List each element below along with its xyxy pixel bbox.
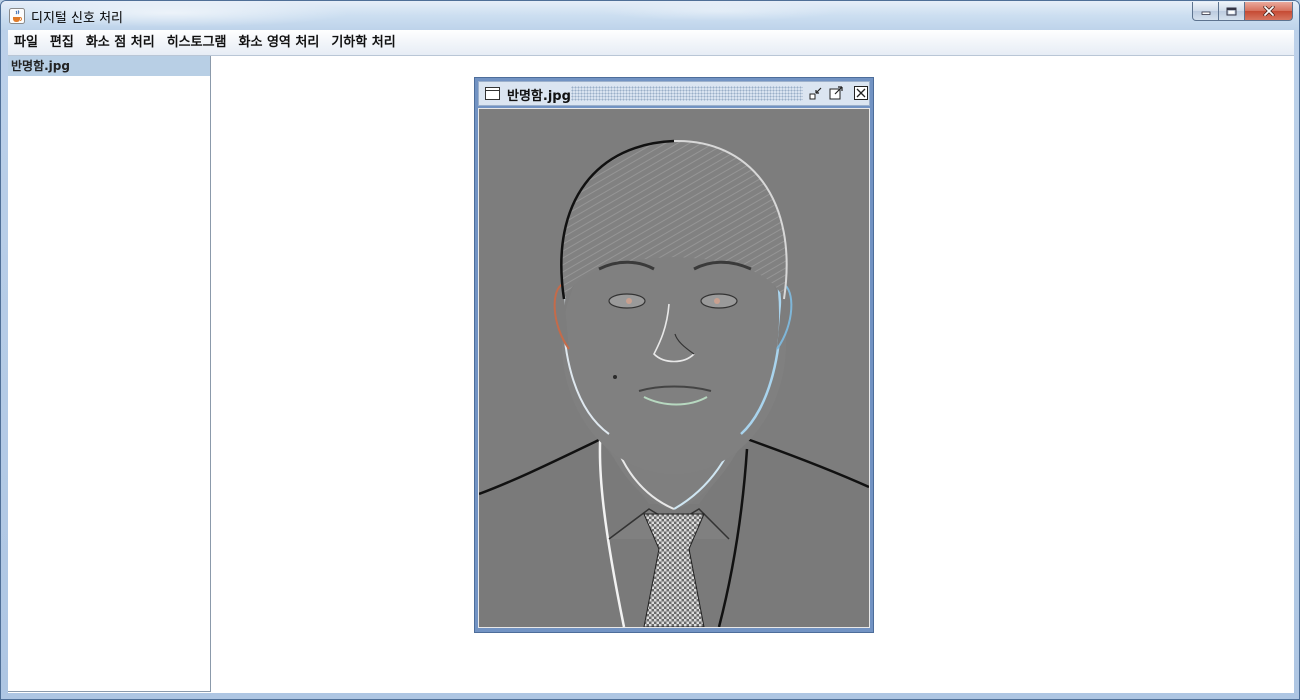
close-button[interactable] (1245, 2, 1293, 21)
menu-edit[interactable]: 편집 (44, 30, 80, 55)
minimize-button[interactable] (1192, 2, 1219, 21)
title-bar[interactable]: 디지털 신호 처리 (1, 1, 1299, 30)
app-window: 디지털 신호 처리 파일 편집 화소 점 처리 히스토그램 화소 영역 처리 기… (0, 0, 1300, 700)
menu-file[interactable]: 파일 (8, 30, 44, 55)
iconify-icon[interactable] (808, 85, 824, 101)
main-content: 반명함.jpg 반명함.jpg (8, 56, 1294, 693)
image-internal-frame[interactable]: 반명함.jpg (474, 77, 874, 633)
menu-pixel-area-processing[interactable]: 화소 영역 처리 (233, 30, 326, 55)
file-list-item[interactable]: 반명함.jpg (8, 56, 210, 76)
maximize-button[interactable] (1219, 2, 1245, 21)
title-bar-texture (571, 86, 803, 101)
embossed-portrait-image (479, 109, 869, 627)
java-cup-icon (9, 8, 25, 24)
maximize-icon (1226, 7, 1237, 15)
file-list-panel: 반명함.jpg (8, 56, 211, 692)
window-icon (485, 87, 500, 100)
restore-icon[interactable] (828, 85, 844, 101)
internal-frame-title: 반명함.jpg (507, 89, 571, 104)
internal-frame-title-bar[interactable]: 반명함.jpg (478, 81, 870, 106)
close-icon (1262, 6, 1275, 16)
menu-geometric-processing[interactable]: 기하학 처리 (325, 30, 401, 55)
close-icon[interactable] (853, 85, 869, 101)
embossed-photo (478, 108, 870, 628)
window-title: 디지털 신호 처리 (31, 11, 123, 26)
desktop-pane: 반명함.jpg (211, 56, 1294, 693)
minimize-icon (1201, 11, 1210, 15)
menu-bar: 파일 편집 화소 점 처리 히스토그램 화소 영역 처리 기하학 처리 (8, 30, 1294, 56)
menu-histogram[interactable]: 히스토그램 (161, 30, 233, 55)
menu-pixel-point-processing[interactable]: 화소 점 처리 (80, 30, 161, 55)
